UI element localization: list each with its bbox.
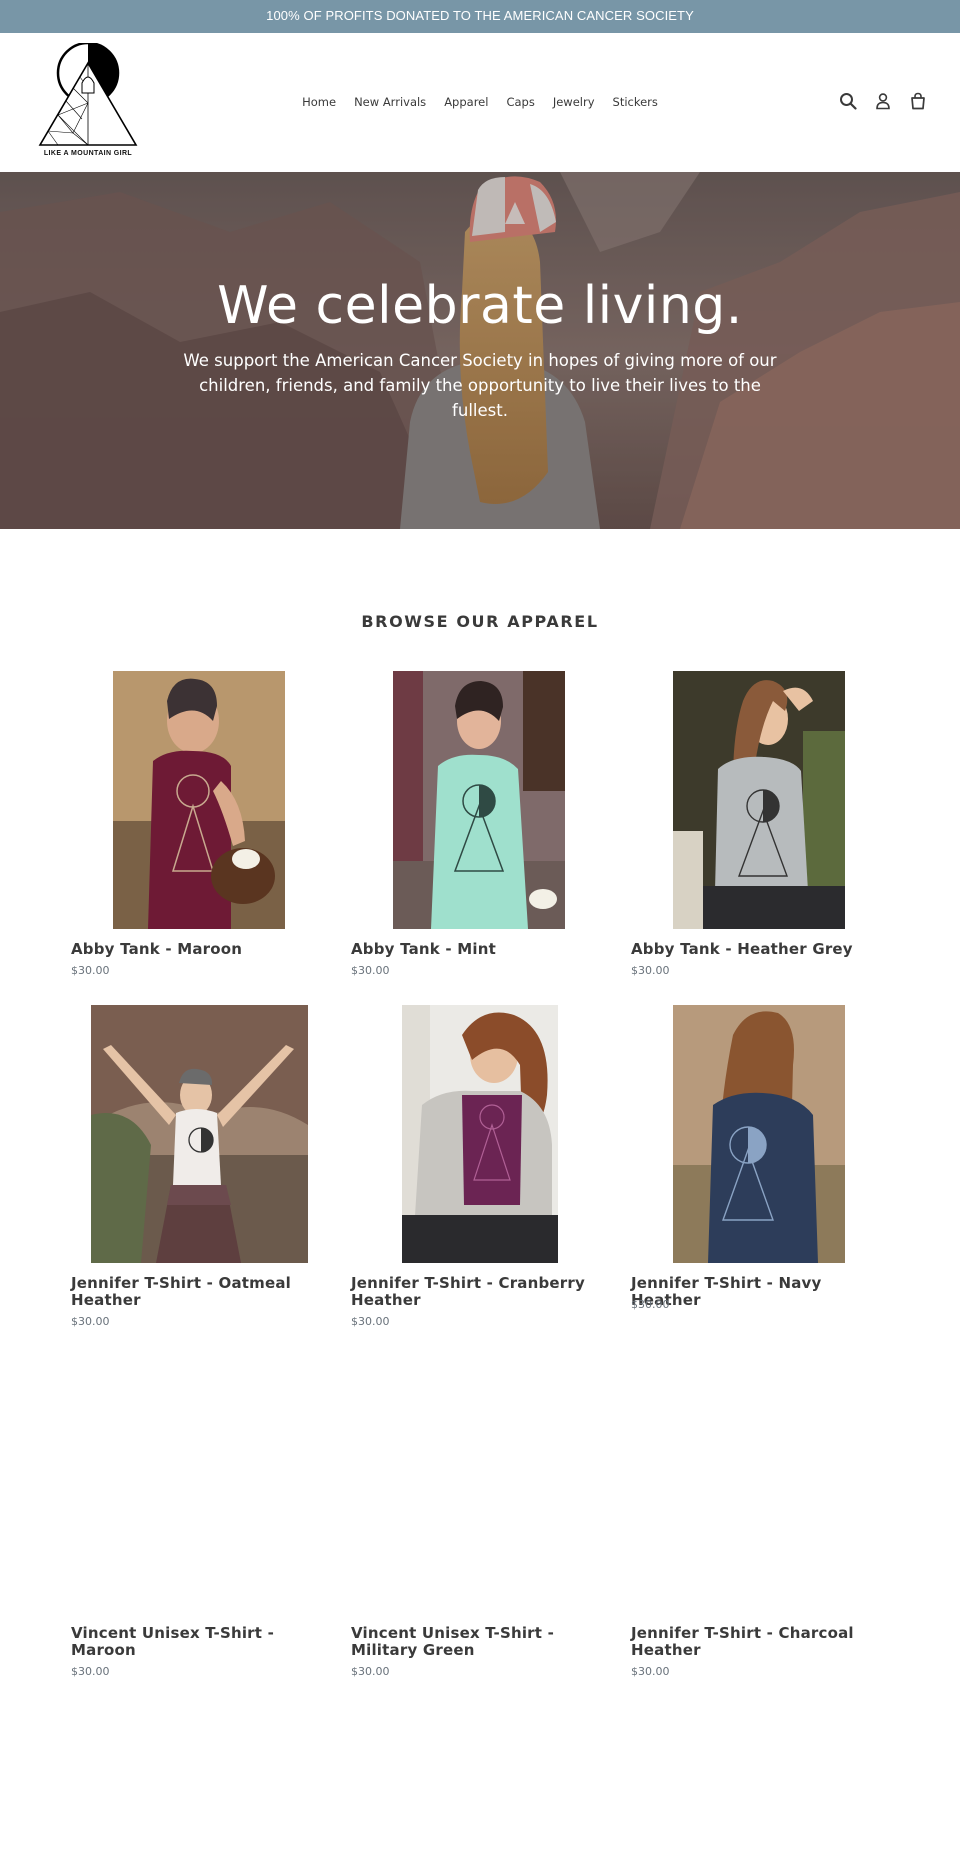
search-icon[interactable]	[837, 90, 858, 112]
announcement-bar: 100% OF PROFITS DONATED TO THE AMERICAN …	[0, 0, 960, 33]
nav-stickers[interactable]: Stickers	[613, 95, 658, 109]
product-price: $30.00	[351, 964, 390, 977]
product-title[interactable]: Abby Tank - Mint	[351, 941, 611, 958]
announcement-text: 100% OF PROFITS DONATED TO THE AMERICAN …	[266, 8, 694, 23]
header-icons	[837, 90, 928, 112]
product-image[interactable]	[351, 1097, 611, 1355]
product-title[interactable]: Abby Tank - Maroon	[71, 941, 331, 958]
collection-title: BROWSE OUR APPAREL	[361, 612, 599, 631]
hero-title: We celebrate living.	[217, 276, 743, 336]
product-title[interactable]: Jennifer T-Shirt - Charcoal Heather	[631, 1625, 891, 1659]
product-price: $30.00	[71, 1665, 110, 1678]
site-header: LIKE A MOUNTAIN GIRL Home New Arrivals A…	[0, 33, 960, 172]
nav-home[interactable]: Home	[302, 95, 336, 109]
hero-banner: We celebrate living. We support the Amer…	[0, 172, 960, 529]
product-image[interactable]	[631, 1097, 891, 1355]
product-price: $30.00	[631, 1665, 670, 1678]
product-title[interactable]: Abby Tank - Heather Grey	[631, 941, 891, 958]
hero-subtitle: We support the American Cancer Society i…	[183, 351, 777, 420]
account-icon[interactable]	[872, 90, 893, 112]
nav-caps[interactable]: Caps	[506, 95, 534, 109]
nav-apparel[interactable]: Apparel	[444, 95, 488, 109]
logo-text: LIKE A MOUNTAIN GIRL	[43, 150, 133, 157]
product-title[interactable]: Vincent Unisex T-Shirt - Military Green	[351, 1625, 611, 1659]
nav-new-arrivals[interactable]: New Arrivals	[354, 95, 426, 109]
cart-icon[interactable]	[907, 90, 928, 112]
product-price: $30.00	[71, 964, 110, 977]
nav-jewelry[interactable]: Jewelry	[553, 95, 595, 109]
product-image[interactable]	[71, 1097, 331, 1355]
product-price: $30.00	[351, 1665, 390, 1678]
main-nav: Home New Arrivals Apparel Caps Jewelry S…	[0, 95, 960, 109]
product-image[interactable]	[71, 671, 331, 929]
product-title[interactable]: Vincent Unisex T-Shirt - Maroon	[71, 1625, 331, 1659]
product-price: $30.00	[631, 964, 670, 977]
product-image[interactable]	[631, 671, 891, 929]
product-image[interactable]	[351, 671, 611, 929]
